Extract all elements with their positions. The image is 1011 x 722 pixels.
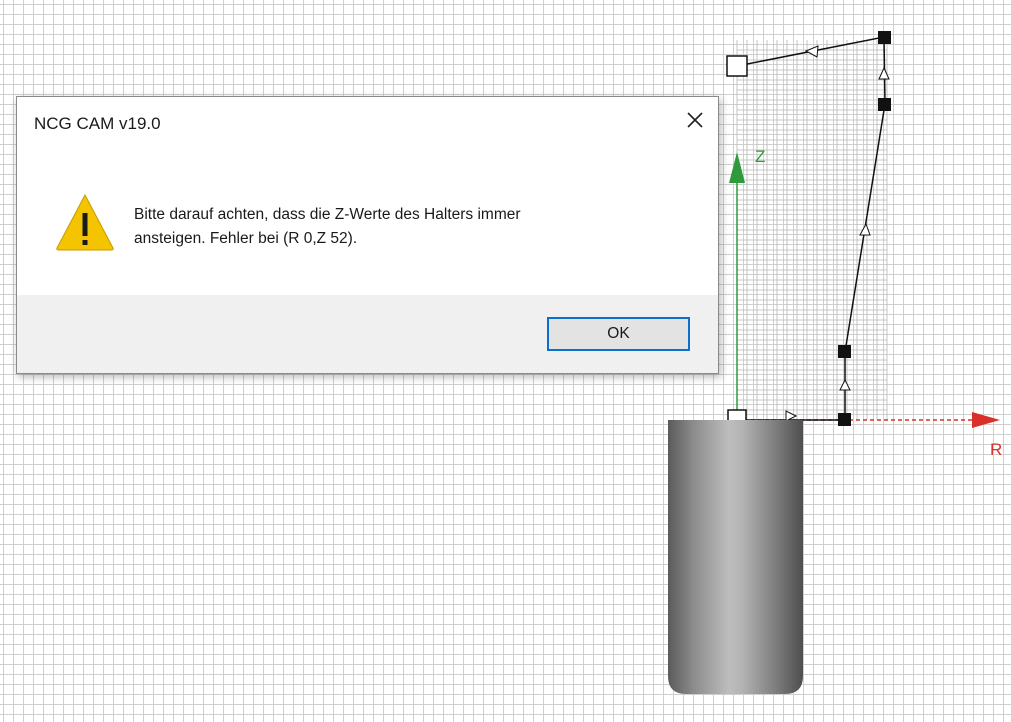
dialog-title: NCG CAM v19.0 <box>34 114 161 133</box>
dialog-footer: OK <box>17 295 718 373</box>
message-dialog: NCG CAM v19.0 Bitte darauf achten, dass … <box>16 96 719 374</box>
direction-arrows <box>785 45 890 422</box>
ok-button[interactable]: OK <box>547 317 690 351</box>
warning-icon <box>55 193 115 251</box>
dialog-message-line2: ansteigen. Fehler bei (R 0,Z 52). <box>134 230 358 247</box>
r-axis-arrow-icon <box>972 412 1000 428</box>
filled-point-icon <box>838 345 851 358</box>
holder-profile <box>736 36 886 421</box>
filled-point-icon <box>878 31 891 44</box>
z-axis-label: Z <box>755 147 765 166</box>
dialog-message: Bitte darauf achten, dass die Z-Werte de… <box>134 203 694 251</box>
close-icon[interactable] <box>682 107 708 133</box>
ok-button-label: OK <box>607 325 630 342</box>
filled-point-icon <box>838 413 851 426</box>
direction-arrow-icon <box>839 378 851 391</box>
direction-arrow-icon <box>804 45 819 58</box>
holder-cylinder <box>668 420 803 694</box>
direction-arrow-icon <box>859 222 871 236</box>
z-axis-arrow-icon <box>729 152 745 183</box>
outline-point-icon <box>726 55 748 77</box>
dialog-message-line1: Bitte darauf achten, dass die Z-Werte de… <box>134 206 521 223</box>
filled-point-icon <box>878 98 891 111</box>
r-axis-label: R <box>990 440 1002 459</box>
